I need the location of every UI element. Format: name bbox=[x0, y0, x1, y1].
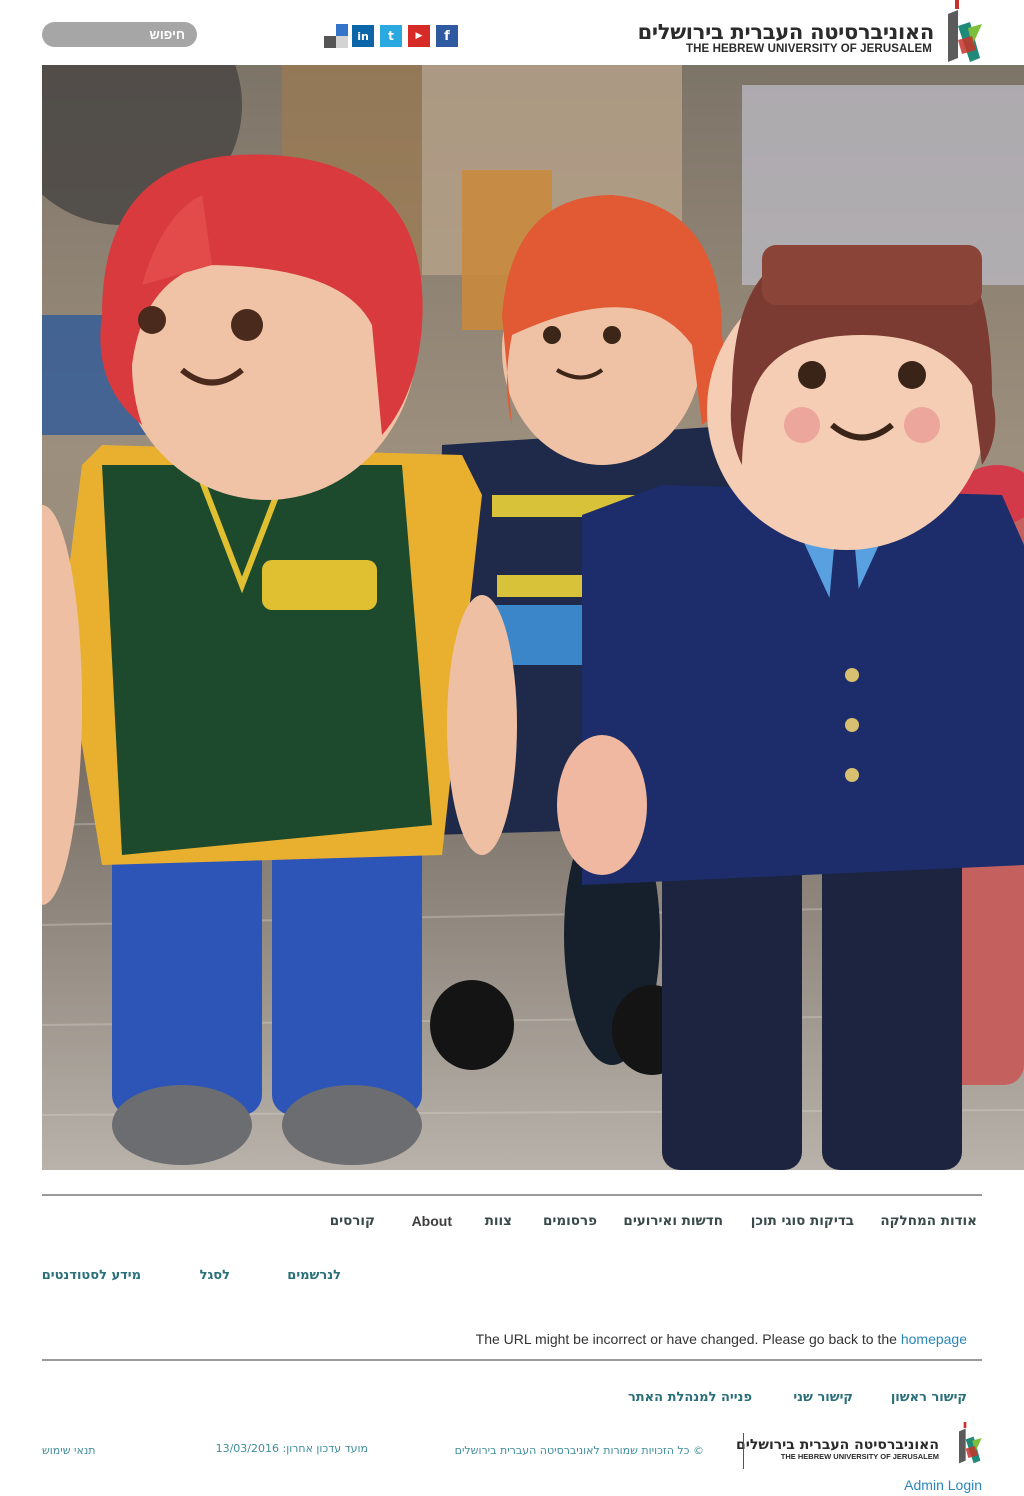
university-name-en: THE HEBREW UNIVERSITY OF JERUSALEM bbox=[686, 43, 932, 55]
linkedin-icon[interactable]: in bbox=[352, 25, 374, 47]
nav-item-publications[interactable]: פרסומים bbox=[543, 1213, 597, 1229]
search-box[interactable]: חיפוש bbox=[42, 22, 197, 47]
footer-university-name-en: THE HEBREW UNIVERSITY OF JERUSALEM bbox=[780, 1452, 939, 1461]
hero-image bbox=[42, 65, 1024, 1170]
footer-link-contact-admin[interactable]: פנייה למנהלת האתר bbox=[628, 1390, 752, 1405]
not-found-text: The URL might be incorrect or have chang… bbox=[475, 1331, 897, 1347]
twitter-icon[interactable]: t bbox=[380, 25, 402, 47]
sub-nav-item-applicants[interactable]: לנרשמים bbox=[287, 1268, 341, 1283]
youtube-icon[interactable]: ▶ bbox=[408, 25, 430, 47]
footer-link-first[interactable]: קישור ראשון bbox=[891, 1390, 967, 1405]
nav-item-news-events[interactable]: חדשות ואירועים bbox=[623, 1213, 723, 1229]
search-label: חיפוש bbox=[149, 27, 185, 42]
nav-item-about-department[interactable]: אודות המחלקה bbox=[880, 1213, 977, 1229]
university-name-he: האוניברסיטה העברית בירושלים bbox=[637, 20, 935, 44]
footer-link-second[interactable]: קישור שני bbox=[793, 1390, 853, 1405]
not-found-message: The URL might be incorrect or have chang… bbox=[476, 1331, 967, 1347]
facebook-icon[interactable]: f bbox=[436, 25, 458, 47]
last-update-label: מועד עדכון אחרון: bbox=[282, 1442, 368, 1455]
copyright-text: © כל הזכויות שמורות לאוניברסיטה העברית ב… bbox=[454, 1444, 704, 1457]
nav-item-courses[interactable]: קורסים bbox=[330, 1213, 375, 1229]
university-logo-icon bbox=[948, 0, 982, 62]
footer-university-logo-icon bbox=[959, 1422, 982, 1464]
sub-nav-item-students-info[interactable]: מידע לסטודנטים bbox=[42, 1268, 141, 1283]
admin-login-link[interactable]: Admin Login bbox=[904, 1477, 982, 1493]
nav-item-content-types[interactable]: בדיקות סוגי תוכן bbox=[751, 1213, 854, 1229]
terms-of-use-link[interactable]: תנאי שימוש bbox=[42, 1444, 95, 1457]
homepage-link[interactable]: homepage bbox=[901, 1331, 967, 1347]
footer-university-name-he: האוניברסיטה העברית בירושלים bbox=[735, 1437, 939, 1453]
delicious-icon[interactable] bbox=[324, 24, 348, 48]
nav-item-staff[interactable]: צוות bbox=[485, 1213, 512, 1229]
last-update: מועד עדכון אחרון: 13/03/2016 bbox=[216, 1442, 368, 1455]
nav-item-about[interactable]: About bbox=[412, 1213, 452, 1229]
sub-nav-item-faculty[interactable]: לסגל bbox=[200, 1268, 230, 1283]
nav-top-divider bbox=[42, 1194, 982, 1196]
last-update-date: 13/03/2016 bbox=[215, 1442, 279, 1455]
footer-top-divider bbox=[42, 1359, 982, 1361]
footer-vertical-divider bbox=[743, 1433, 744, 1469]
